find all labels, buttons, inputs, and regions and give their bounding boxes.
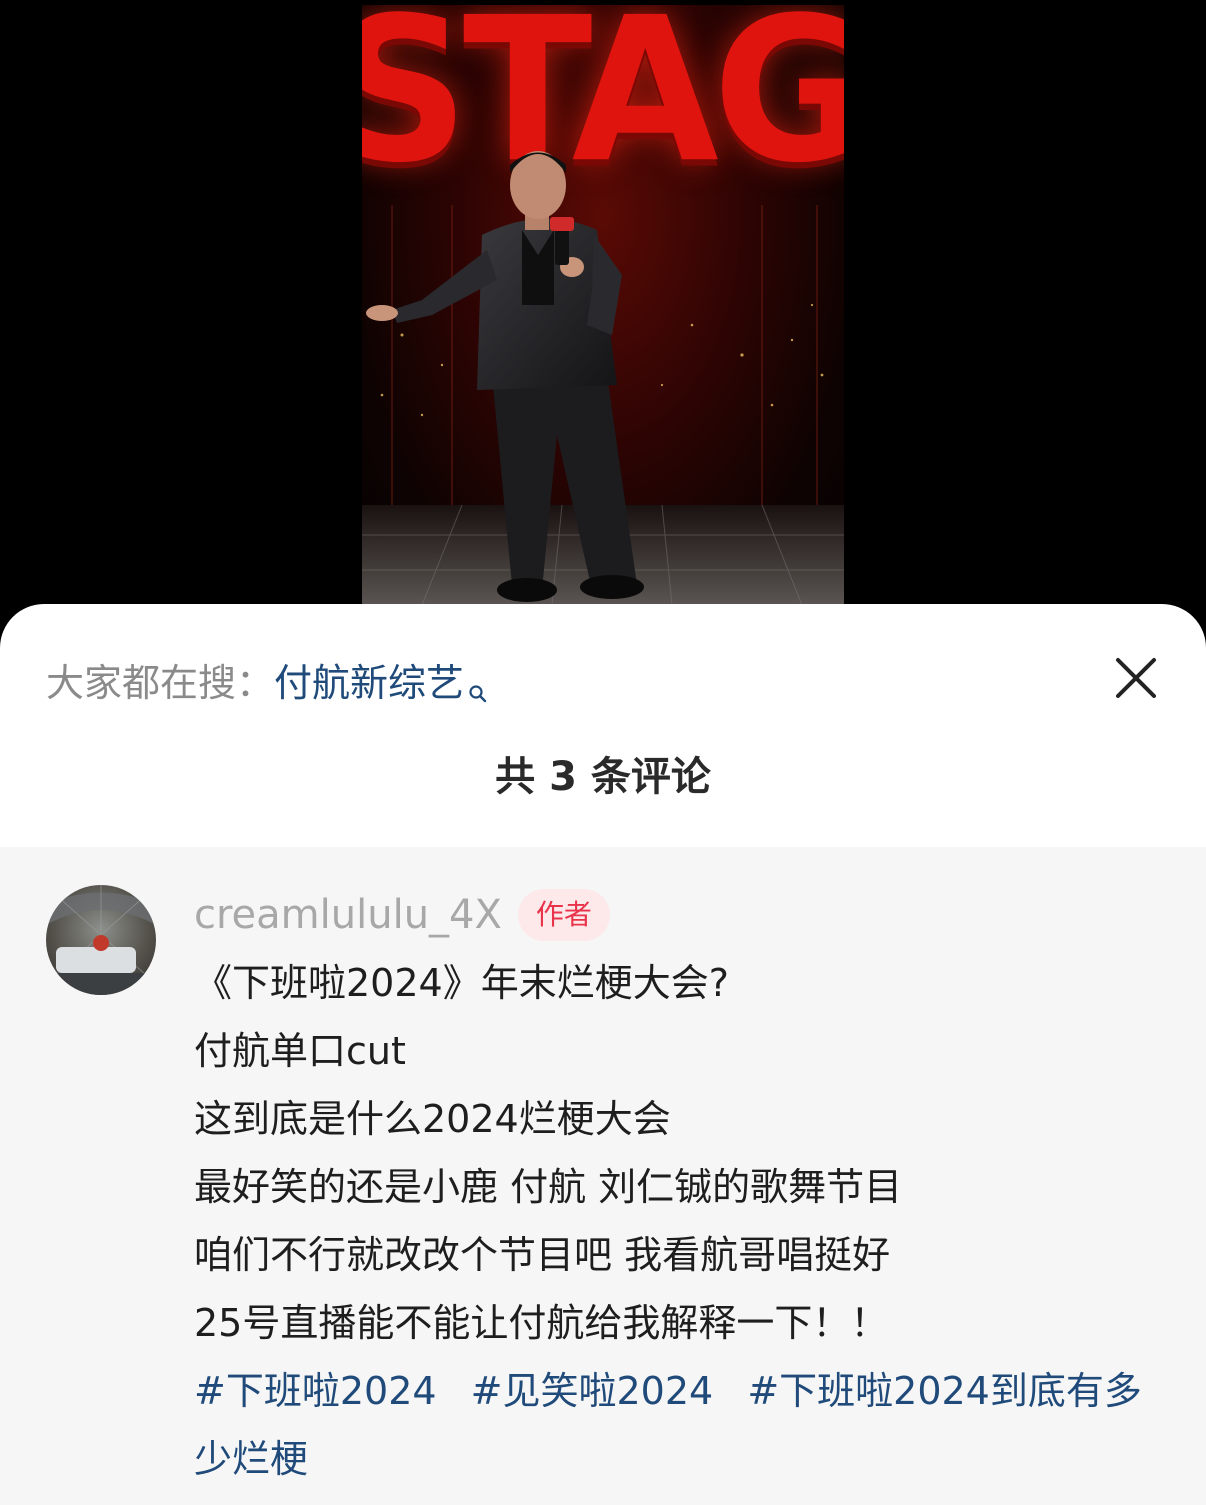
comment-username[interactable]: creamlululu_4X: [194, 892, 502, 938]
comment-header: creamlululu_4X 作者: [194, 887, 610, 943]
comment-line: 付航单口cut: [194, 1029, 406, 1073]
hashtag-link[interactable]: #下班啦2024: [194, 1369, 437, 1413]
close-button[interactable]: [1110, 652, 1162, 704]
search-icon[interactable]: [468, 666, 488, 716]
comment-count-title: 共 3 条评论: [495, 754, 711, 800]
video-scene: [362, 151, 844, 605]
comment-sheet: 大家都在搜：付航新综艺 共 3 条评论 creamlululu_4X 作者 《下…: [0, 604, 1206, 1505]
comment-line: 这到底是什么2024烂梗大会: [194, 1097, 671, 1141]
comment-line: 25号直播能不能让付航给我解释一下！！: [194, 1301, 889, 1345]
close-icon: [1116, 658, 1156, 698]
search-suggestion[interactable]: 大家都在搜：付航新综艺: [46, 658, 488, 716]
comment-line: 咱们不行就改改个节目吧 我看航哥唱挺好: [194, 1233, 891, 1277]
comment-line: 《下班啦2024》年末烂梗大会?: [194, 961, 729, 1005]
comment-list: creamlululu_4X 作者 《下班啦2024》年末烂梗大会? 付航单口c…: [0, 847, 1206, 1505]
video-area: STAGE: [0, 0, 1206, 640]
search-term-link[interactable]: 付航新综艺: [274, 661, 464, 705]
avatar[interactable]: [46, 885, 156, 995]
hashtag-list: #下班啦2024 #见笑啦2024 #下班啦2024到底有多少烂梗: [194, 1357, 1154, 1493]
author-badge: 作者: [517, 889, 610, 941]
search-prefix-label: 大家都在搜：: [46, 661, 275, 705]
comment-text[interactable]: 《下班啦2024》年末烂梗大会? 付航单口cut 这到底是什么2024烂梗大会 …: [194, 949, 1154, 1493]
video-player[interactable]: STAGE: [362, 5, 844, 605]
hashtag-link[interactable]: #见笑啦2024: [471, 1369, 714, 1413]
comment-line: 最好笑的还是小鹿 付航 刘仁铖的歌舞节目: [194, 1165, 903, 1209]
